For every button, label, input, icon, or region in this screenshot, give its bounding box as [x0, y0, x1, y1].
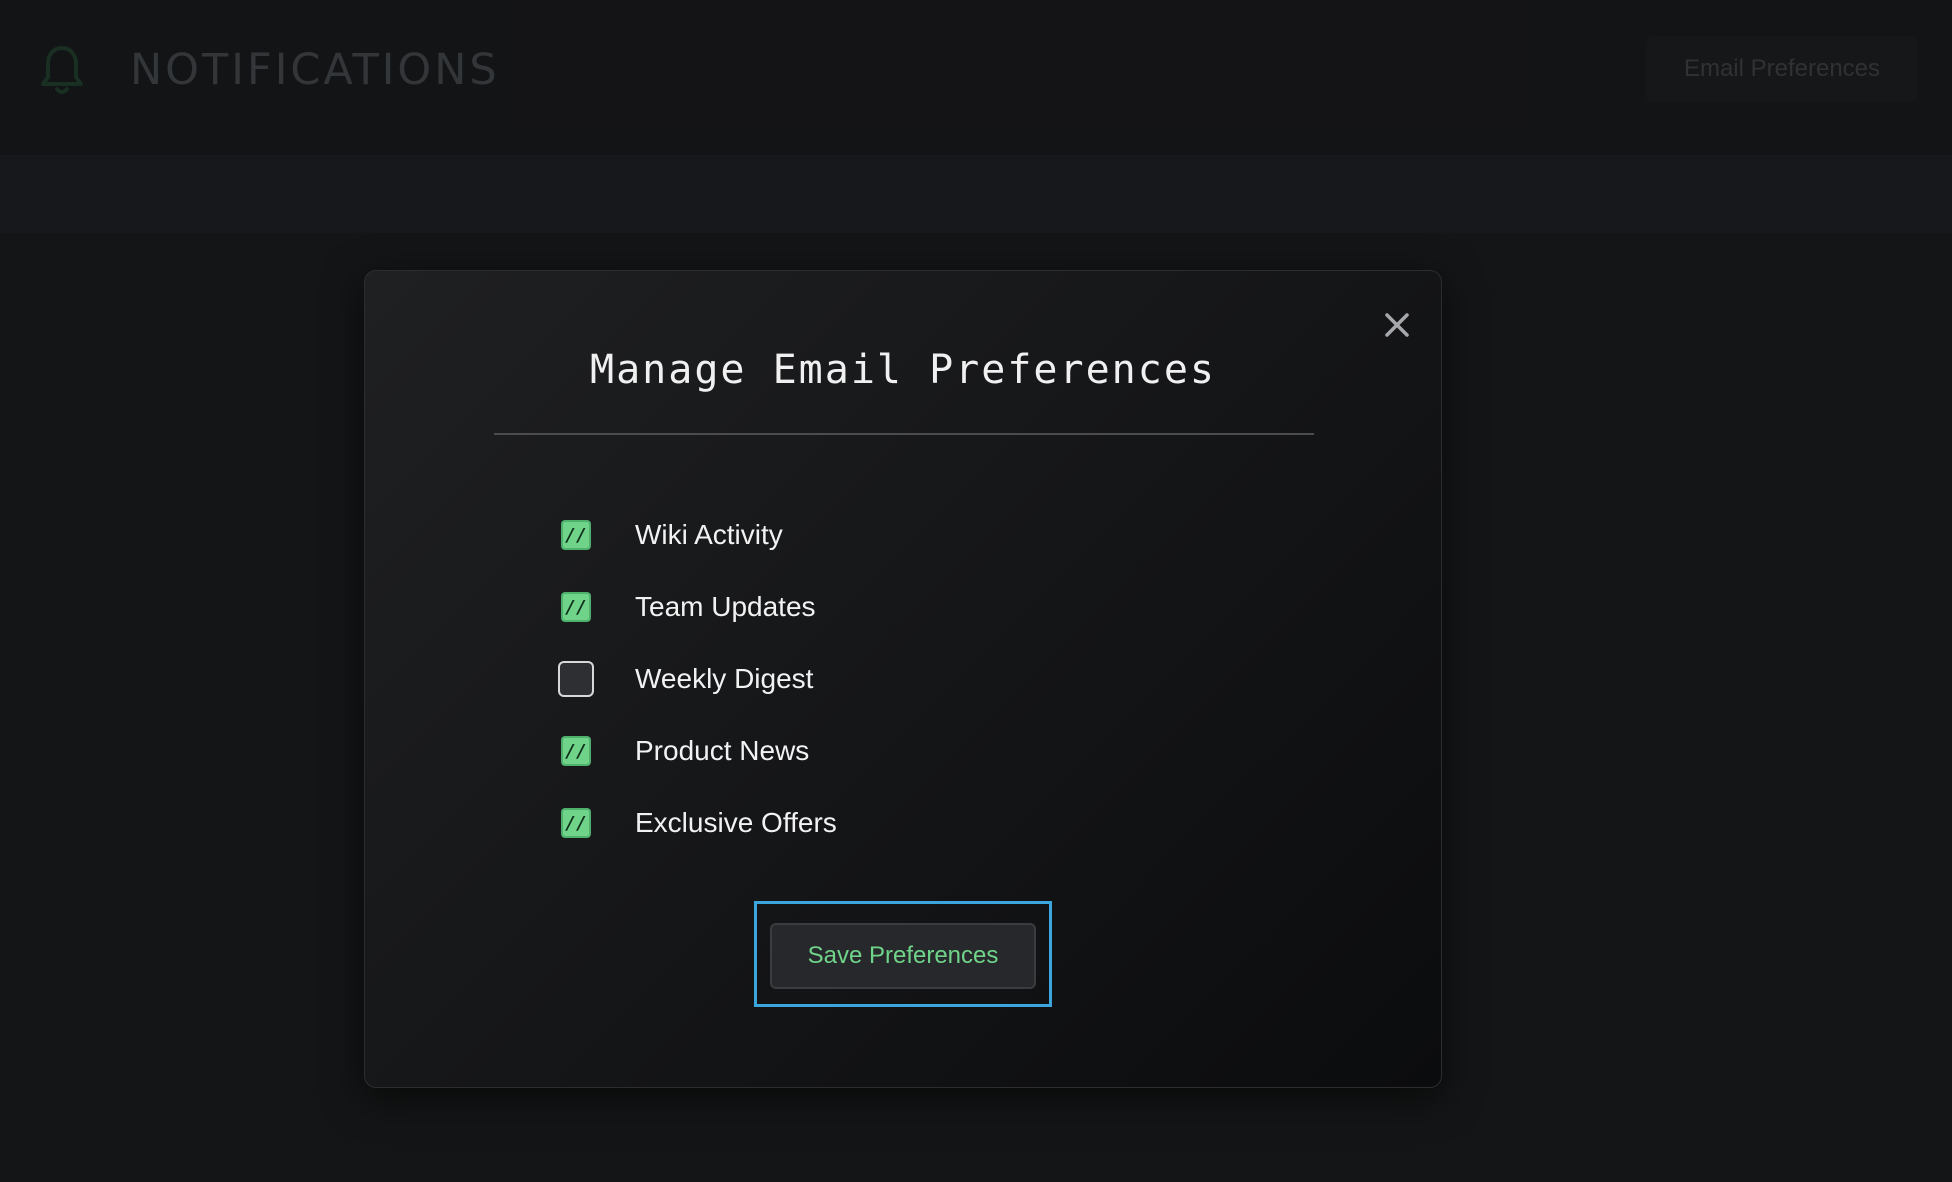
checkbox[interactable]: // — [561, 808, 591, 838]
preference-product-news[interactable]: // Product News — [561, 731, 809, 771]
email-preferences-modal: Manage Email Preferences // Wiki Activit… — [364, 270, 1442, 1088]
modal-title: Manage Email Preferences — [590, 347, 1216, 393]
save-preferences-button[interactable]: Save Preferences — [770, 923, 1036, 989]
app-root: NOTIFICATIONS Email Preferences Manage E… — [0, 0, 1952, 1182]
checkbox[interactable] — [558, 661, 594, 697]
preference-label: Product News — [635, 735, 810, 766]
close-icon[interactable] — [1377, 305, 1417, 345]
checkbox[interactable]: // — [561, 520, 591, 550]
preference-label: Wiki Activity — [635, 519, 783, 550]
checkbox[interactable]: // — [561, 736, 591, 766]
preference-label: Team Updates — [635, 591, 816, 622]
preference-weekly-digest[interactable]: Weekly Digest — [558, 659, 814, 699]
preference-exclusive-offers[interactable]: // Exclusive Offers — [561, 803, 837, 843]
preference-wiki-activity[interactable]: // Wiki Activity — [561, 515, 783, 555]
preference-label: Exclusive Offers — [635, 807, 837, 838]
checkbox[interactable]: // — [561, 592, 591, 622]
preference-label: Weekly Digest — [635, 663, 814, 694]
title-divider — [494, 433, 1314, 435]
preference-team-updates[interactable]: // Team Updates — [561, 587, 816, 627]
